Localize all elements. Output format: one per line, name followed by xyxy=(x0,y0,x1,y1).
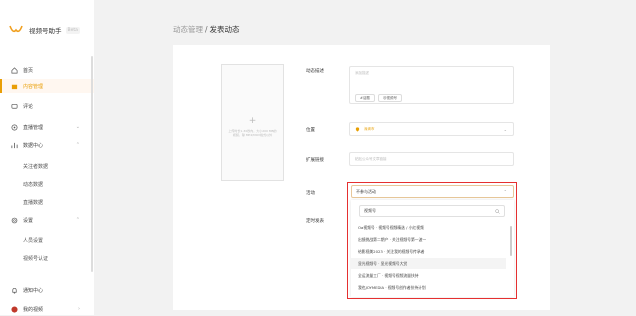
location-select[interactable]: 深圳市 ⌄ xyxy=(349,122,514,136)
schedule-label: 定时发表 xyxy=(306,219,324,224)
sidebar-item-label: 数据中心 xyxy=(23,142,44,149)
sidebar-item-label: 直播管理 xyxy=(23,124,44,131)
sidebar-item-comment[interactable]: 评论 xyxy=(0,99,94,113)
sidebar-subitem-verify[interactable]: 视频号认证 xyxy=(23,255,48,262)
sidebar-subitem-staff[interactable]: 人员设置 xyxy=(23,237,43,244)
live-icon xyxy=(10,123,18,131)
sidebar-item-live[interactable]: 直播管理 ⌄ xyxy=(0,120,94,134)
breadcrumb: 动态管理 / 发表动态 xyxy=(173,24,240,35)
sidebar-item-label: 首页 xyxy=(23,67,34,74)
sidebar-scrollbar[interactable] xyxy=(91,56,93,272)
home-icon xyxy=(10,66,18,74)
sidebar-item-label: 内容管理 xyxy=(23,83,44,90)
plus-icon: + xyxy=(248,116,257,126)
chevron-right-icon: › xyxy=(78,306,80,312)
upload-hint: 上传时长1-30秒内，大小200 MB的视频，除 MP4/MOV格式以外 xyxy=(228,129,277,137)
sidebar-item-label: 设置 xyxy=(23,217,34,224)
data-icon xyxy=(10,141,18,149)
bell-icon xyxy=(10,286,18,294)
description-textarea[interactable]: 添加描述 #话题 @视频号 xyxy=(349,66,514,104)
chevron-down-icon: ⌄ xyxy=(503,126,507,132)
sidebar: 视频号助手 Beta 首页 内容管理 评论 直播管理 ⌄ 数据中心 ⌃ 关注者数… xyxy=(0,0,94,315)
avatar-icon xyxy=(10,305,18,313)
page-title: 发表动态 xyxy=(209,25,240,34)
chevron-up-icon: ⌃ xyxy=(75,217,80,223)
location-pin-icon xyxy=(355,126,360,132)
sidebar-item-label: 评论 xyxy=(23,103,34,110)
location-value: 深圳市 xyxy=(364,126,375,131)
sidebar-subitem-posts[interactable]: 动态数据 xyxy=(23,181,43,188)
gear-icon xyxy=(10,216,18,224)
logo-badge: Beta xyxy=(65,26,80,34)
sidebar-subitem-followers[interactable]: 关注者数据 xyxy=(23,163,48,170)
location-label: 位置 xyxy=(306,128,315,133)
logo[interactable]: 视频号助手 Beta xyxy=(9,25,80,35)
sidebar-item-notifications[interactable]: 通知中心 xyxy=(0,283,94,297)
logo-icon xyxy=(9,25,23,33)
sidebar-item-account[interactable]: 我的视频 › xyxy=(0,302,94,316)
video-upload-area[interactable]: + 上传时长1-30秒内，大小200 MB的视频，除 MP4/MOV格式以外 xyxy=(221,64,284,181)
sidebar-item-content[interactable]: 内容管理 xyxy=(0,79,94,93)
logo-name: 视频号助手 xyxy=(29,27,62,35)
content-icon xyxy=(10,82,18,90)
sidebar-item-label: 通知中心 xyxy=(23,287,44,294)
activity-label: 活动 xyxy=(306,191,315,196)
comment-icon xyxy=(10,102,18,110)
sidebar-subitem-live[interactable]: 直播数据 xyxy=(23,199,43,206)
breadcrumb-parent[interactable]: 动态管理 xyxy=(173,25,203,34)
mention-tag-button[interactable]: @视频号 xyxy=(378,94,402,102)
chevron-down-icon: ⌄ xyxy=(75,124,80,130)
topic-tag-button[interactable]: #话题 xyxy=(355,94,375,102)
description-placeholder: 添加描述 xyxy=(355,71,369,75)
desc-label: 动态描述 xyxy=(306,69,324,74)
sidebar-item-data[interactable]: 数据中心 ⌃ xyxy=(0,138,94,152)
link-placeholder: 粘贴公众号文章链接 xyxy=(355,157,387,161)
extension-link-input[interactable]: 粘贴公众号文章链接 xyxy=(349,152,514,166)
sidebar-item-settings[interactable]: 设置 ⌃ xyxy=(0,213,94,227)
chevron-up-icon: ⌃ xyxy=(75,142,80,148)
highlight-box xyxy=(347,182,517,299)
sidebar-item-home[interactable]: 首页 xyxy=(0,63,94,77)
link-label: 扩展链接 xyxy=(306,158,324,163)
breadcrumb-separator: / xyxy=(205,25,208,34)
sidebar-item-label: 我的视频 xyxy=(23,306,44,313)
